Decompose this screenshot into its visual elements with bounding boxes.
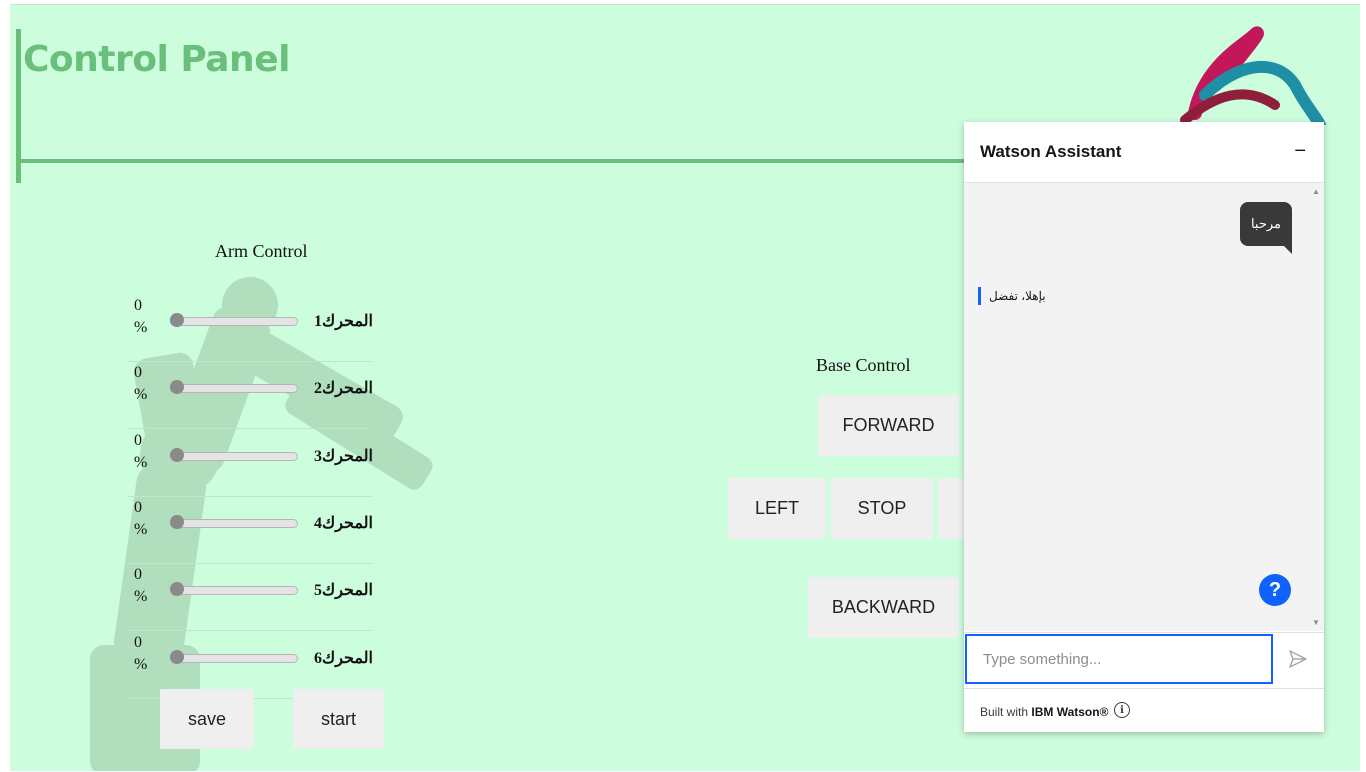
bot-message: بإهلا، تفضل [978, 287, 1046, 305]
motor-1-label: المحرك1 [314, 313, 373, 330]
left-button[interactable]: LEFT [728, 478, 826, 539]
brand-logo [1180, 26, 1326, 125]
motor-row-4: 0% المحرك4 [128, 497, 373, 564]
motor-6-label: المحرك6 [314, 650, 373, 667]
backward-button[interactable]: BACKWARD [808, 577, 959, 638]
motor-2-percent: 0% [134, 364, 148, 403]
slider-thumb[interactable] [170, 582, 184, 596]
chat-footer: Built with IBM Watson® i [964, 688, 1324, 733]
built-with-text: Built with IBM Watson® [980, 705, 1109, 719]
slider-track [170, 384, 298, 393]
chat-input-area [964, 632, 1324, 689]
chat-messages: مرحبا بإهلا، تفضل ? [964, 183, 1308, 631]
send-icon[interactable] [1288, 649, 1308, 669]
save-button[interactable]: save [160, 689, 254, 749]
slider-thumb[interactable] [170, 448, 184, 462]
slider-track [170, 654, 298, 663]
page-header: Control Panel [16, 29, 981, 183]
motor-3-slider[interactable] [170, 448, 298, 462]
motor-1-percent: 0% [134, 297, 148, 336]
info-icon[interactable]: i [1114, 702, 1130, 718]
page-title: Control Panel [23, 39, 290, 80]
slider-track [170, 317, 298, 326]
motor-5-percent: 0% [134, 566, 148, 605]
slider-thumb[interactable] [170, 313, 184, 327]
slider-thumb[interactable] [170, 515, 184, 529]
motor-1-slider[interactable] [170, 313, 298, 327]
user-message: مرحبا [1240, 202, 1292, 254]
motor-5-slider[interactable] [170, 582, 298, 596]
motor-2-label: المحرك2 [314, 380, 373, 397]
motor-row-1: 0% المحرك1 [128, 295, 373, 362]
motor-row-5: 0% المحرك5 [128, 564, 373, 631]
forward-button[interactable]: FORWARD [818, 395, 959, 456]
motor-2-slider[interactable] [170, 380, 298, 394]
minimize-icon[interactable]: − [1294, 140, 1306, 163]
chat-message-input[interactable] [965, 634, 1273, 684]
watson-assistant-panel: Watson Assistant − مرحبا بإهلا، تفضل ? ▲… [964, 122, 1324, 732]
scroll-down-icon[interactable]: ▼ [1312, 618, 1320, 627]
motor-row-2: 0% المحرك2 [128, 362, 373, 429]
help-icon[interactable]: ? [1259, 574, 1291, 606]
scroll-up-icon[interactable]: ▲ [1312, 187, 1320, 196]
motor-4-label: المحرك4 [314, 515, 373, 532]
motor-3-label: المحرك3 [314, 448, 373, 465]
motor-4-percent: 0% [134, 499, 148, 538]
chat-scrollbar[interactable]: ▲ ▼ [1308, 183, 1324, 631]
slider-track [170, 586, 298, 595]
motor-6-percent: 0% [134, 634, 148, 673]
slider-thumb[interactable] [170, 650, 184, 664]
header-divider [21, 159, 976, 163]
motor-6-slider[interactable] [170, 650, 298, 664]
stop-button[interactable]: STOP [831, 478, 933, 539]
slider-track [170, 452, 298, 461]
arm-control-title: Arm Control [215, 241, 308, 261]
chat-title: Watson Assistant [980, 142, 1122, 161]
base-control-title: Base Control [816, 355, 911, 375]
chat-header: Watson Assistant − [964, 122, 1324, 183]
motor-row-3: 0% المحرك3 [128, 430, 373, 497]
motor-5-label: المحرك5 [314, 582, 373, 599]
motor-3-percent: 0% [134, 432, 148, 471]
slider-track [170, 519, 298, 528]
motor-4-slider[interactable] [170, 515, 298, 529]
slider-thumb[interactable] [170, 380, 184, 394]
start-button[interactable]: start [293, 689, 384, 749]
